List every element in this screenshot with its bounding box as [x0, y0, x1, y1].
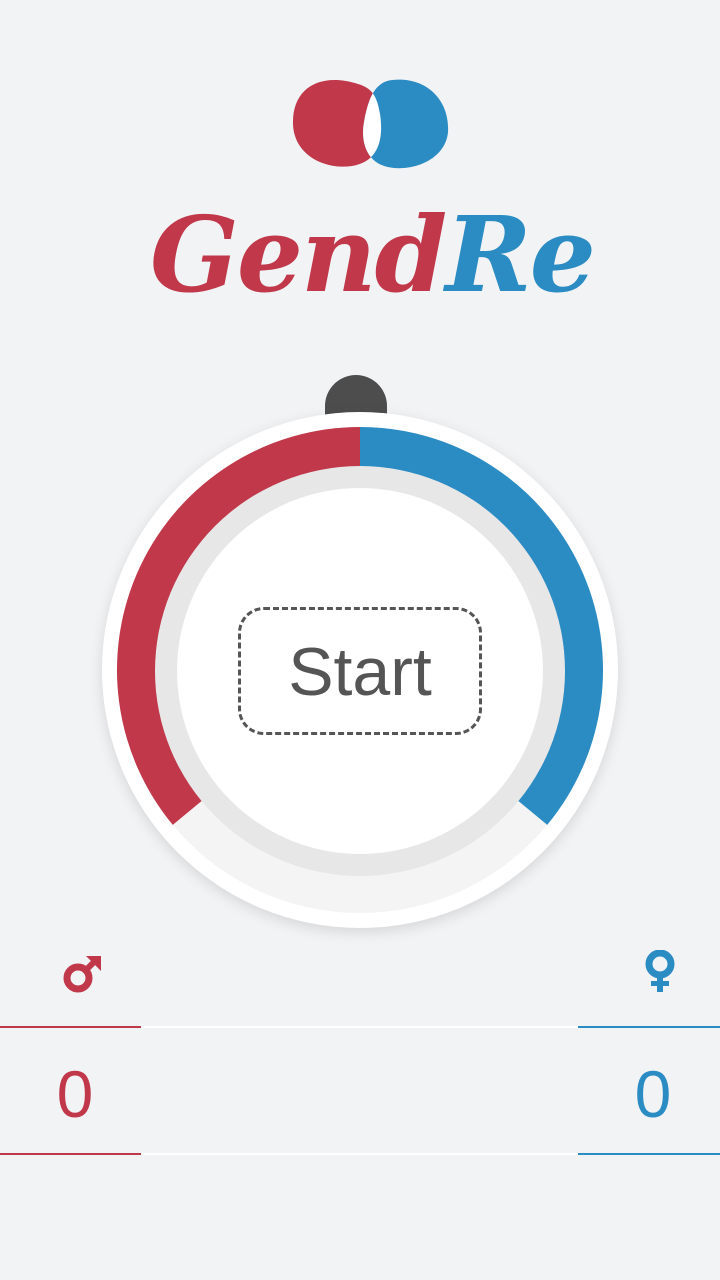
venus-icon [645, 950, 675, 992]
start-button[interactable]: Start [238, 607, 482, 735]
app-logo: GendRe [150, 180, 596, 330]
center-bottom-divider [141, 1153, 578, 1155]
male-bottom-divider [0, 1153, 141, 1155]
female-count: 0 [634, 1057, 672, 1131]
female-bottom-divider [578, 1153, 720, 1155]
male-top-divider [0, 1026, 141, 1028]
logo-mark [292, 79, 449, 169]
center-top-divider [141, 1026, 578, 1028]
logo-text-re: Re [445, 193, 596, 316]
mars-icon [63, 956, 101, 993]
male-count: 0 [56, 1057, 94, 1131]
logo-text-gend: Gend [150, 193, 447, 316]
female-top-divider [578, 1026, 720, 1028]
